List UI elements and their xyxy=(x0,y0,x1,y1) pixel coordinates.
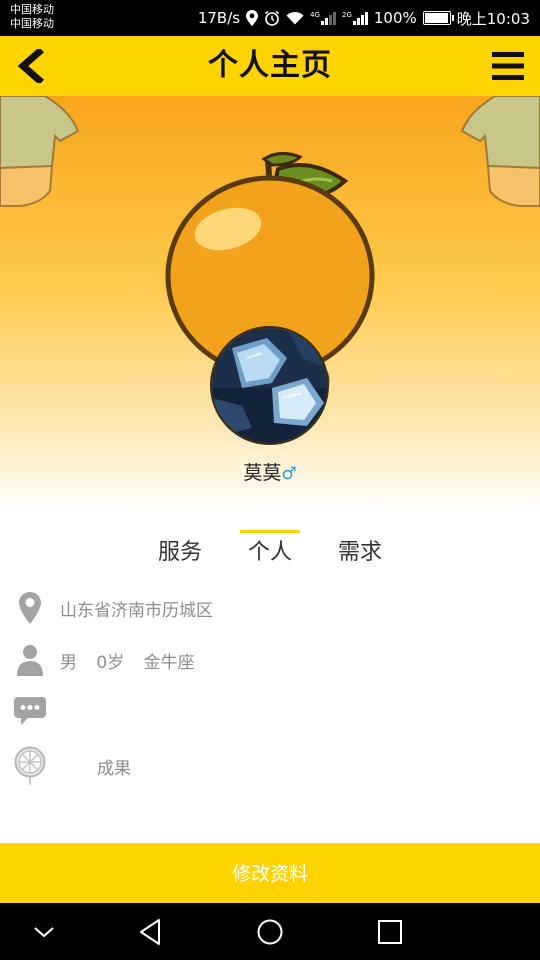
location-row: 山东省济南市历城区 xyxy=(0,586,540,630)
tab-label: 个人 xyxy=(247,540,292,565)
net-speed: 17B/s xyxy=(197,9,241,27)
location-pin-icon xyxy=(14,588,46,628)
signature-row xyxy=(0,689,540,733)
system-nav-bar xyxy=(0,903,540,960)
status-indicators: 17B/s 4G 2G 100% 晚上10:03 xyxy=(198,6,530,30)
battery-icon xyxy=(422,11,454,25)
nav-collapse-button[interactable] xyxy=(20,913,68,951)
mascot-decoration-right xyxy=(460,96,540,207)
edit-profile-button[interactable]: 修改资料 xyxy=(0,843,540,903)
location-status-icon xyxy=(246,10,259,26)
gender-text: 男 xyxy=(60,652,77,673)
basic-info: 男 0岁 金牛座 xyxy=(60,648,195,673)
wifi-icon xyxy=(286,11,304,25)
net-type-2: 2G xyxy=(341,11,352,19)
app-header: 个人主页 xyxy=(0,36,540,96)
profile-tabs: 服务 个人 需求 xyxy=(0,514,540,574)
signal-sim2: 2G xyxy=(342,11,368,25)
orange-slice-icon xyxy=(14,746,46,786)
status-bar: 中国移动 中国移动 17B/s 4G 2G 100% 晚上10:03 xyxy=(0,0,540,36)
profile-hero: 莫莫♂ xyxy=(0,96,540,512)
nickname: 莫莫 xyxy=(243,462,282,484)
carrier-1: 中国移动 xyxy=(10,3,54,16)
achievement-row: 成果 xyxy=(0,744,540,788)
tab-demands[interactable]: 需求 xyxy=(320,514,400,574)
nav-back-button[interactable] xyxy=(126,913,174,951)
carrier-2: 中国移动 xyxy=(10,17,54,30)
location-text: 山东省济南市历城区 xyxy=(60,600,213,621)
net-type-1: 4G xyxy=(310,11,320,19)
signal-bars-icon xyxy=(320,11,336,25)
nav-recents-button[interactable] xyxy=(366,913,414,951)
achievement-label: 成果 xyxy=(97,758,131,779)
alarm-icon xyxy=(265,10,280,26)
square-recents-icon xyxy=(378,920,402,944)
avatar-image xyxy=(212,328,327,443)
person-icon xyxy=(14,640,46,680)
basic-info-row: 男 0岁 金牛座 xyxy=(0,638,540,682)
battery-percent: 100% xyxy=(373,9,417,27)
zodiac-text: 金牛座 xyxy=(143,652,195,673)
male-gender-icon: ♂ xyxy=(281,464,297,484)
avatar[interactable] xyxy=(210,326,329,445)
nickname-row: 莫莫♂ xyxy=(0,458,540,485)
nav-home-button[interactable] xyxy=(246,913,294,951)
tab-label: 服务 xyxy=(157,540,202,565)
mascot-decoration-left xyxy=(0,96,80,207)
chat-bubble-icon xyxy=(14,691,46,731)
signal-bars-icon xyxy=(352,11,368,25)
carrier-names: 中国移动 中国移动 xyxy=(10,3,54,31)
age-text: 0岁 xyxy=(96,652,125,673)
page-title: 个人主页 xyxy=(208,48,332,83)
menu-button[interactable] xyxy=(486,46,530,86)
triangle-back-icon xyxy=(140,919,160,945)
tab-personal[interactable]: 个人 xyxy=(230,514,310,574)
hamburger-menu-icon xyxy=(492,52,524,80)
clock: 晚上10:03 xyxy=(456,9,530,28)
circle-home-icon xyxy=(257,919,283,945)
signal-sim1: 4G xyxy=(310,11,336,25)
chevron-down-icon xyxy=(34,927,54,938)
tab-label: 需求 xyxy=(337,540,382,565)
tab-services[interactable]: 服务 xyxy=(140,514,220,574)
